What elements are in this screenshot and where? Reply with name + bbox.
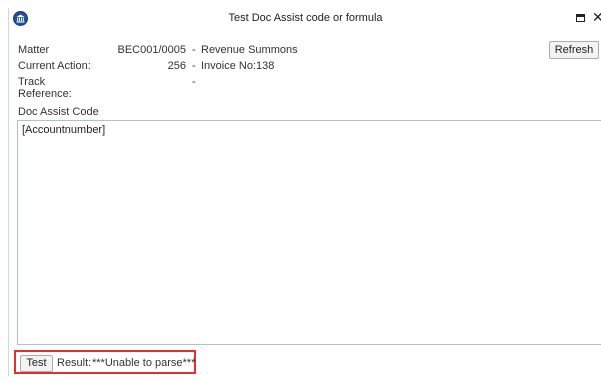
maximize-icon[interactable]	[576, 14, 585, 22]
close-icon[interactable]: ✕	[592, 9, 601, 27]
test-button[interactable]: Test	[20, 355, 53, 372]
matter-description: Revenue Summons	[201, 44, 298, 56]
matter-separator: -	[192, 44, 196, 56]
title-bar: Test Doc Assist code or formula ✕	[9, 8, 601, 30]
track-reference-label: Track Reference:	[18, 76, 72, 100]
bottom-bar: Test Result: ***Unable to parse***	[9, 346, 601, 376]
left-window-edge	[0, 0, 8, 382]
refresh-button[interactable]: Refresh	[549, 41, 599, 59]
matter-label: Matter	[18, 44, 50, 56]
dialog-window: Test Doc Assist code or formula ✕ Matter…	[8, 8, 601, 376]
track-reference-separator: -	[192, 76, 196, 88]
result-label: Result:	[57, 357, 92, 369]
window-title: Test Doc Assist code or formula	[228, 12, 383, 24]
doc-assist-code-input[interactable]: [Accountnumber]	[17, 120, 601, 345]
matter-value: BEC001/0005	[117, 44, 187, 56]
current-action-separator: -	[192, 60, 196, 72]
current-action-label: Current Action:	[18, 60, 91, 72]
current-action-description: Invoice No:138	[201, 60, 275, 72]
current-action-value: 256	[167, 60, 186, 72]
result-value: ***Unable to parse***	[92, 357, 196, 369]
doc-assist-code-label: Doc Assist Code	[18, 106, 99, 118]
